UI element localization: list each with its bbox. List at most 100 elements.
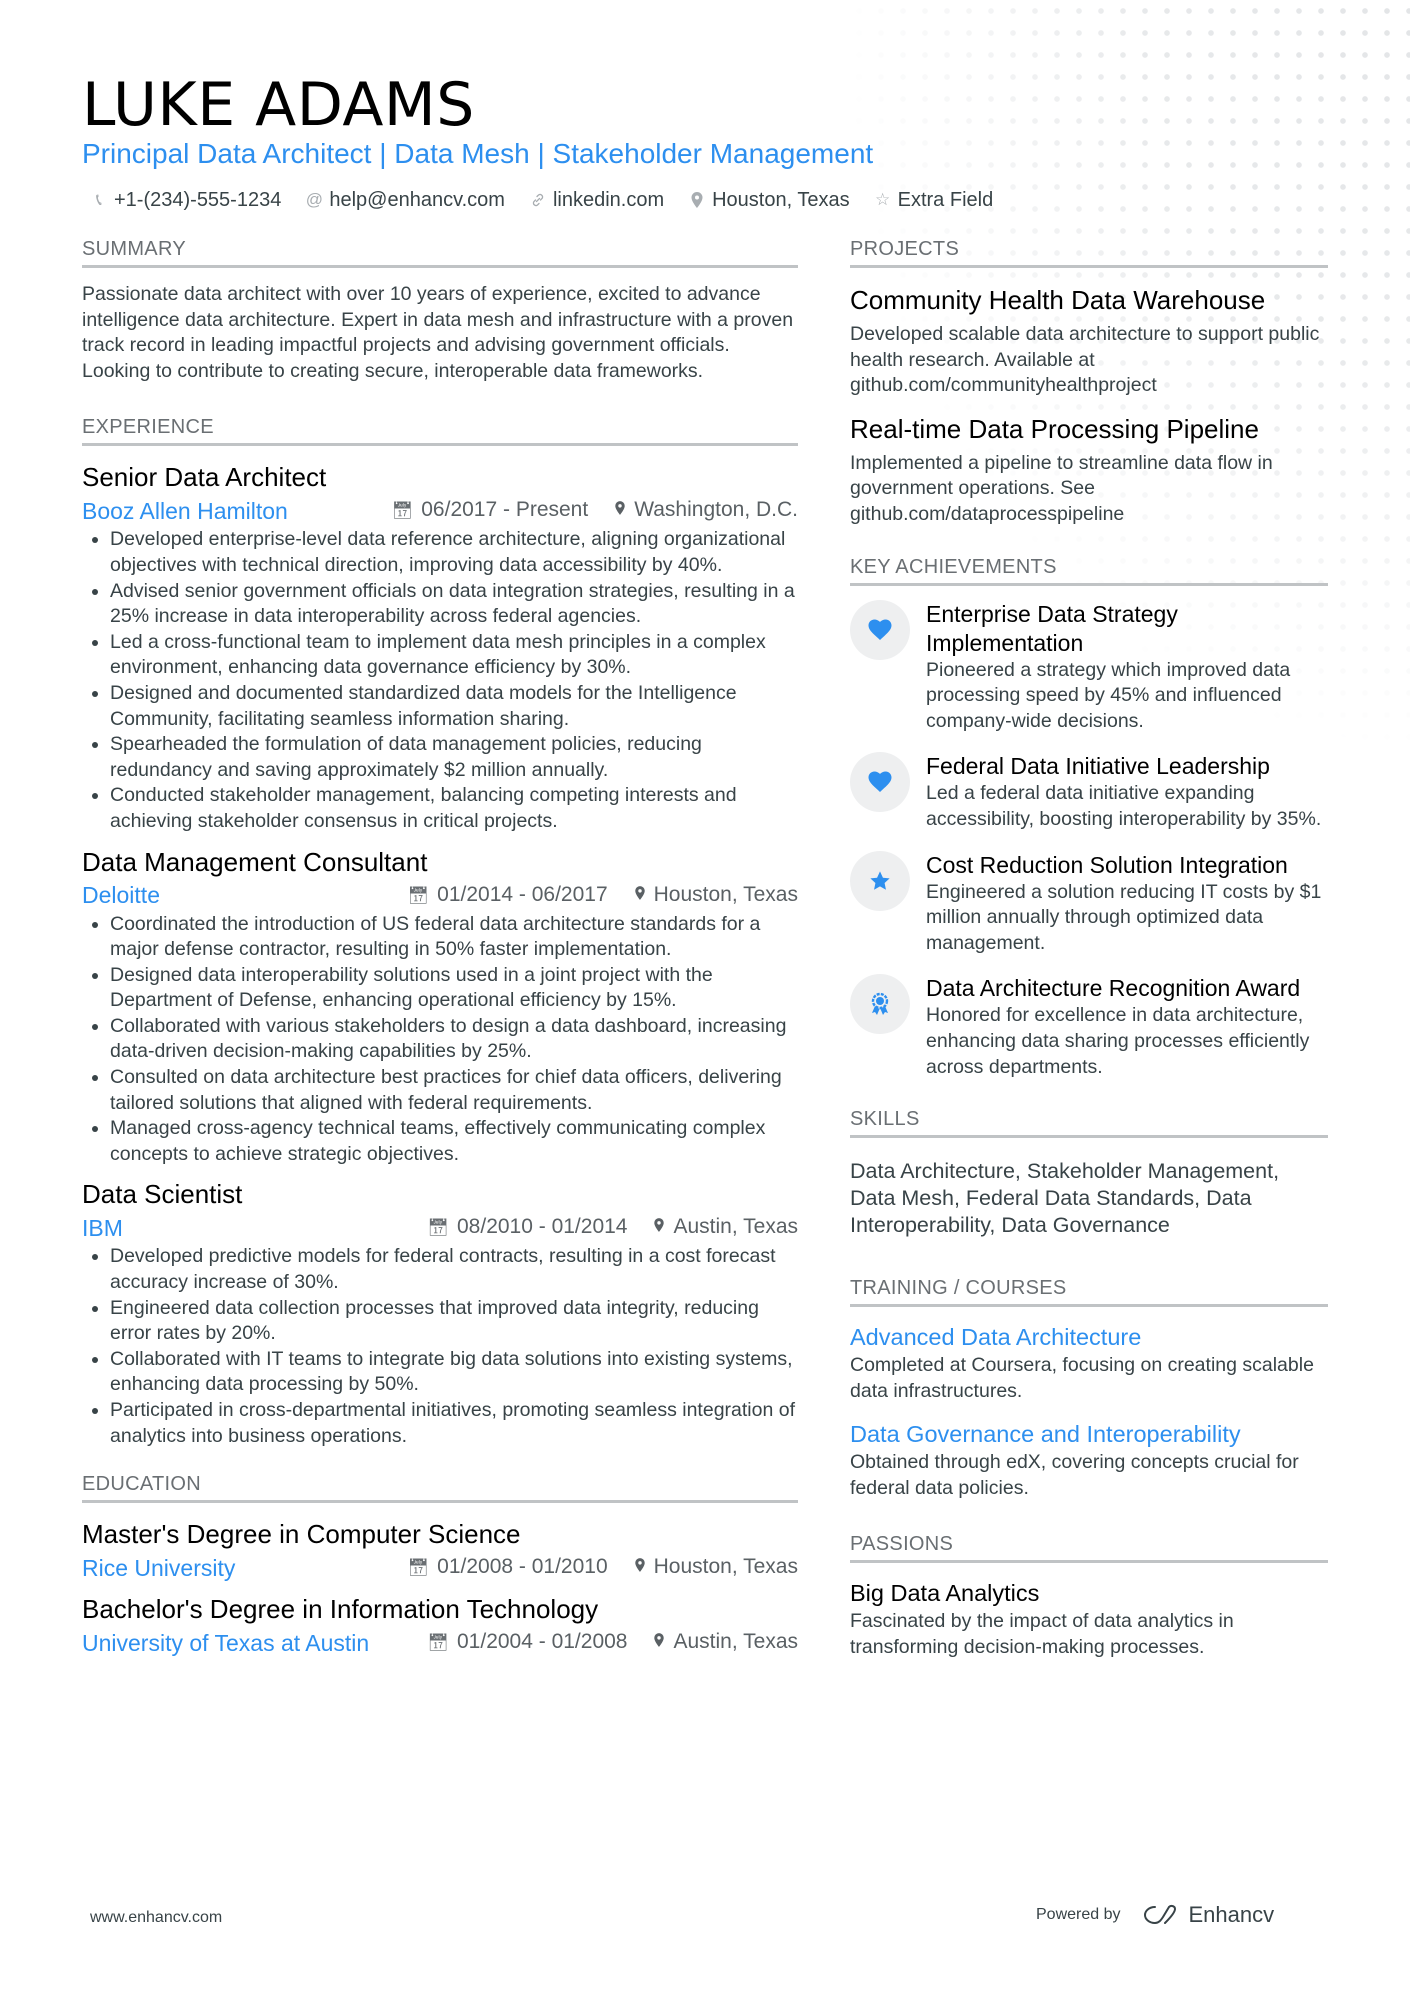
job-location-text: Washington, D.C. bbox=[634, 498, 798, 522]
project-title: Real-time Data Processing Pipeline bbox=[850, 413, 1259, 444]
course-title[interactable]: Data Governance and Interoperability bbox=[850, 1418, 1328, 1450]
contact-linkedin-text: linkedin.com bbox=[552, 189, 665, 211]
course-item: Advanced Data Architecture Completed at … bbox=[850, 1321, 1328, 1404]
course-description: Completed at Coursera, focusing on creat… bbox=[850, 1354, 1314, 1402]
school-name[interactable]: Rice University bbox=[82, 1552, 235, 1584]
passion-title: Big Data Analytics bbox=[850, 1580, 1040, 1607]
summary-text: Passionate data architect with over 10 y… bbox=[82, 283, 794, 382]
job-title: Senior Data Architect bbox=[82, 462, 327, 493]
job-bullets: Developed predictive models for federal … bbox=[82, 1244, 798, 1449]
training-section: TRAINING / COURSES Advanced Data Archite… bbox=[850, 1275, 1328, 1501]
experience-item: Data Management Consultant Deloitte 📅︎ 01… bbox=[82, 845, 798, 1168]
phone-icon: 📞︎ bbox=[96, 190, 102, 209]
education-location: Houston, Texas bbox=[634, 1551, 798, 1584]
powered-by-label: Powered by bbox=[1036, 1906, 1121, 1923]
company-name[interactable]: Deloitte bbox=[82, 879, 160, 911]
job-title: Data Management Consultant bbox=[82, 846, 428, 877]
contact-extra-text: Extra Field bbox=[897, 189, 994, 211]
section-title-training: TRAINING / COURSES bbox=[850, 1275, 1328, 1308]
achievement-description: Engineered a solution reducing IT costs … bbox=[926, 880, 1322, 954]
location-icon bbox=[634, 1558, 646, 1577]
job-bullet: Consulted on data architecture best prac… bbox=[110, 1065, 798, 1116]
heart-icon bbox=[850, 752, 910, 813]
brand-name: Enhancv bbox=[1188, 1902, 1275, 1927]
education-dates: 📅︎ 01/2008 - 01/2010 bbox=[408, 1551, 608, 1584]
location-icon bbox=[688, 191, 706, 209]
education-item: Bachelor's Degree in Information Technol… bbox=[82, 1592, 798, 1659]
passions-section: PASSIONS Big Data Analytics Fascinated b… bbox=[850, 1531, 1328, 1660]
job-dates-text: 01/2014 - 06/2017 bbox=[437, 882, 608, 906]
project-item: Community Health Data Warehouse Develope… bbox=[850, 282, 1328, 399]
contact-phone-text: +1-(234)-555-1234 bbox=[114, 189, 282, 211]
job-title: Data Scientist bbox=[82, 1179, 243, 1210]
achievement-title: Federal Data Initiative Leadership bbox=[926, 753, 1270, 780]
section-title-passions: PASSIONS bbox=[850, 1531, 1328, 1564]
experience-section: EXPERIENCE Senior Data Architect Booz Al… bbox=[82, 414, 798, 1449]
achievement-description: Pioneered a strategy which improved data… bbox=[926, 658, 1291, 732]
education-section: EDUCATION Master's Degree in Computer Sc… bbox=[82, 1471, 798, 1659]
job-bullet: Coordinated the introduction of US feder… bbox=[110, 912, 798, 963]
job-dates: 📅︎ 06/2017 - Present bbox=[392, 494, 589, 527]
contact-linkedin[interactable]: linkedin.com bbox=[529, 186, 664, 214]
job-dates: 📅︎ 01/2014 - 06/2017 bbox=[408, 879, 608, 912]
location-icon bbox=[634, 885, 646, 905]
education-dates: 📅︎ 01/2004 - 01/2008 bbox=[427, 1626, 627, 1659]
school-name[interactable]: University of Texas at Austin bbox=[82, 1627, 369, 1659]
job-bullet: Designed data interoperability solutions… bbox=[110, 963, 798, 1014]
job-bullet: Advised senior government officials on d… bbox=[110, 579, 798, 630]
passion-description: Fascinated by the impact of data analyti… bbox=[850, 1610, 1234, 1659]
course-title[interactable]: Advanced Data Architecture bbox=[850, 1321, 1328, 1353]
job-dates: 📅︎ 08/2010 - 01/2014 bbox=[427, 1211, 627, 1244]
left-column: SUMMARY Passionate data architect with o… bbox=[82, 236, 798, 1667]
project-description: Implemented a pipeline to streamline dat… bbox=[850, 451, 1273, 525]
calendar-icon: 📅︎ bbox=[391, 501, 414, 521]
job-bullet: Led a cross-functional team to implement… bbox=[110, 630, 798, 681]
job-dates-text: 06/2017 - Present bbox=[421, 498, 589, 522]
enhancv-logo[interactable]: Enhancv bbox=[1141, 1902, 1275, 1928]
achievement-item: Data Architecture Recognition Award Hono… bbox=[850, 974, 1328, 1080]
job-bullet: Developed predictive models for federal … bbox=[110, 1244, 798, 1295]
education-location-text: Austin, Texas bbox=[673, 1630, 798, 1654]
contact-row: 📞︎ +1-(234)-555-1234 @ help@enhancv.com … bbox=[90, 186, 993, 214]
course-description: Obtained through edX, covering concepts … bbox=[850, 1451, 1299, 1499]
calendar-icon: 📅︎ bbox=[427, 1633, 449, 1653]
achievement-description: Honored for excellence in data architect… bbox=[926, 1004, 1310, 1078]
footer-website[interactable]: www.enhancv.com bbox=[90, 1909, 222, 1927]
contact-phone[interactable]: 📞︎ +1-(234)-555-1234 bbox=[90, 186, 281, 214]
company-name[interactable]: Booz Allen Hamilton bbox=[82, 495, 288, 527]
location-icon bbox=[653, 1218, 665, 1237]
job-dates-text: 08/2010 - 01/2014 bbox=[457, 1215, 628, 1239]
company-name[interactable]: IBM bbox=[82, 1212, 123, 1244]
job-bullet: Conducted stakeholder management, balanc… bbox=[110, 783, 798, 834]
achievement-item: Enterprise Data Strategy Implementation … bbox=[850, 599, 1328, 735]
skills-text: Data Architecture, Stakeholder Managemen… bbox=[850, 1159, 1280, 1238]
job-location-text: Austin, Texas bbox=[673, 1215, 798, 1239]
at-icon: @ bbox=[305, 190, 323, 209]
education-location-text: Houston, Texas bbox=[653, 1555, 798, 1579]
resume-page: LUKE ADAMS Principal Data Architect | Da… bbox=[0, 0, 1410, 1995]
candidate-headline: Principal Data Architect | Data Mesh | S… bbox=[82, 138, 874, 169]
section-title-experience: EXPERIENCE bbox=[82, 414, 798, 447]
job-bullet: Designed and documented standardized dat… bbox=[110, 681, 798, 732]
job-meta: IBM 📅︎ 08/2010 - 01/2014 Austin, Texas bbox=[82, 1211, 798, 1244]
heart-icon bbox=[850, 599, 910, 660]
achievement-title: Enterprise Data Strategy Implementation bbox=[926, 600, 1178, 656]
star-outline-icon: ☆ bbox=[874, 190, 891, 209]
job-bullet: Participated in cross-departmental initi… bbox=[110, 1398, 798, 1449]
candidate-name: LUKE ADAMS bbox=[82, 70, 475, 140]
skills-section: SKILLS Data Architecture, Stakeholder Ma… bbox=[850, 1106, 1328, 1239]
achievement-title: Cost Reduction Solution Integration bbox=[926, 851, 1288, 878]
section-title-education: EDUCATION bbox=[82, 1471, 798, 1504]
degree-title: Bachelor's Degree in Information Technol… bbox=[82, 1594, 599, 1625]
job-bullet: Engineered data collection processes tha… bbox=[110, 1296, 798, 1347]
contact-email[interactable]: @ help@enhancv.com bbox=[305, 186, 505, 214]
job-bullet: Collaborated with IT teams to integrate … bbox=[110, 1347, 798, 1398]
location-icon bbox=[614, 501, 626, 520]
course-item: Data Governance and Interoperability Obt… bbox=[850, 1418, 1328, 1501]
star-icon bbox=[850, 850, 910, 911]
job-location: Austin, Texas bbox=[653, 1211, 798, 1244]
achievement-description: Led a federal data initiative expanding … bbox=[926, 782, 1322, 830]
section-title-achievements: KEY ACHIEVEMENTS bbox=[850, 554, 1328, 586]
calendar-icon: 📅︎ bbox=[427, 1218, 449, 1238]
job-bullets: Developed enterprise-level data referenc… bbox=[82, 527, 798, 834]
